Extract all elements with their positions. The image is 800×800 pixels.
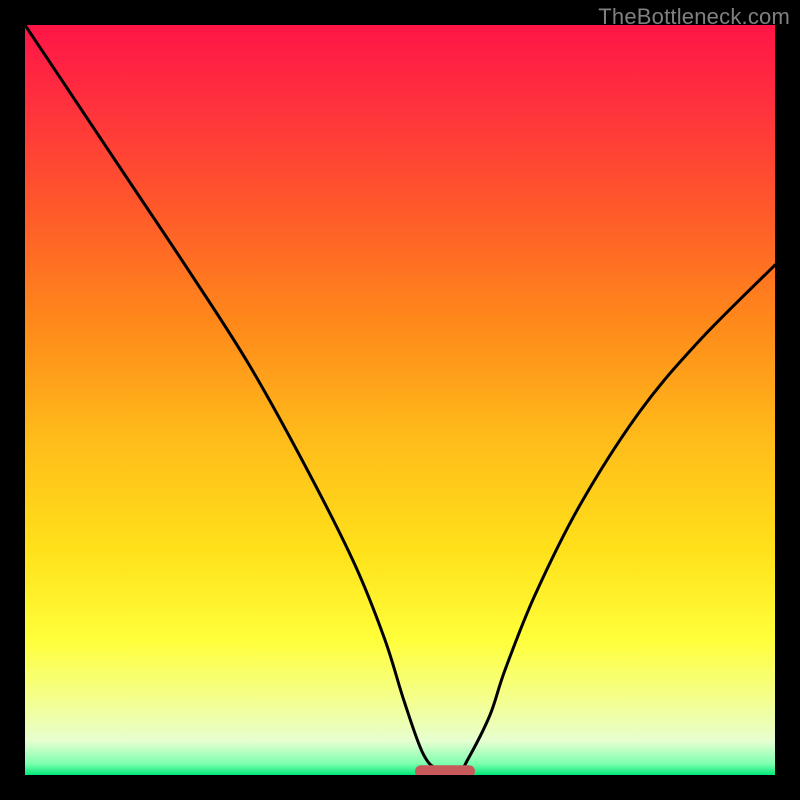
bottleneck-curve (25, 25, 775, 771)
plot-area (25, 25, 775, 775)
optimal-marker (415, 765, 475, 775)
watermark-text: TheBottleneck.com (598, 4, 790, 30)
chart-frame: TheBottleneck.com (0, 0, 800, 800)
chart-svg (25, 25, 775, 775)
